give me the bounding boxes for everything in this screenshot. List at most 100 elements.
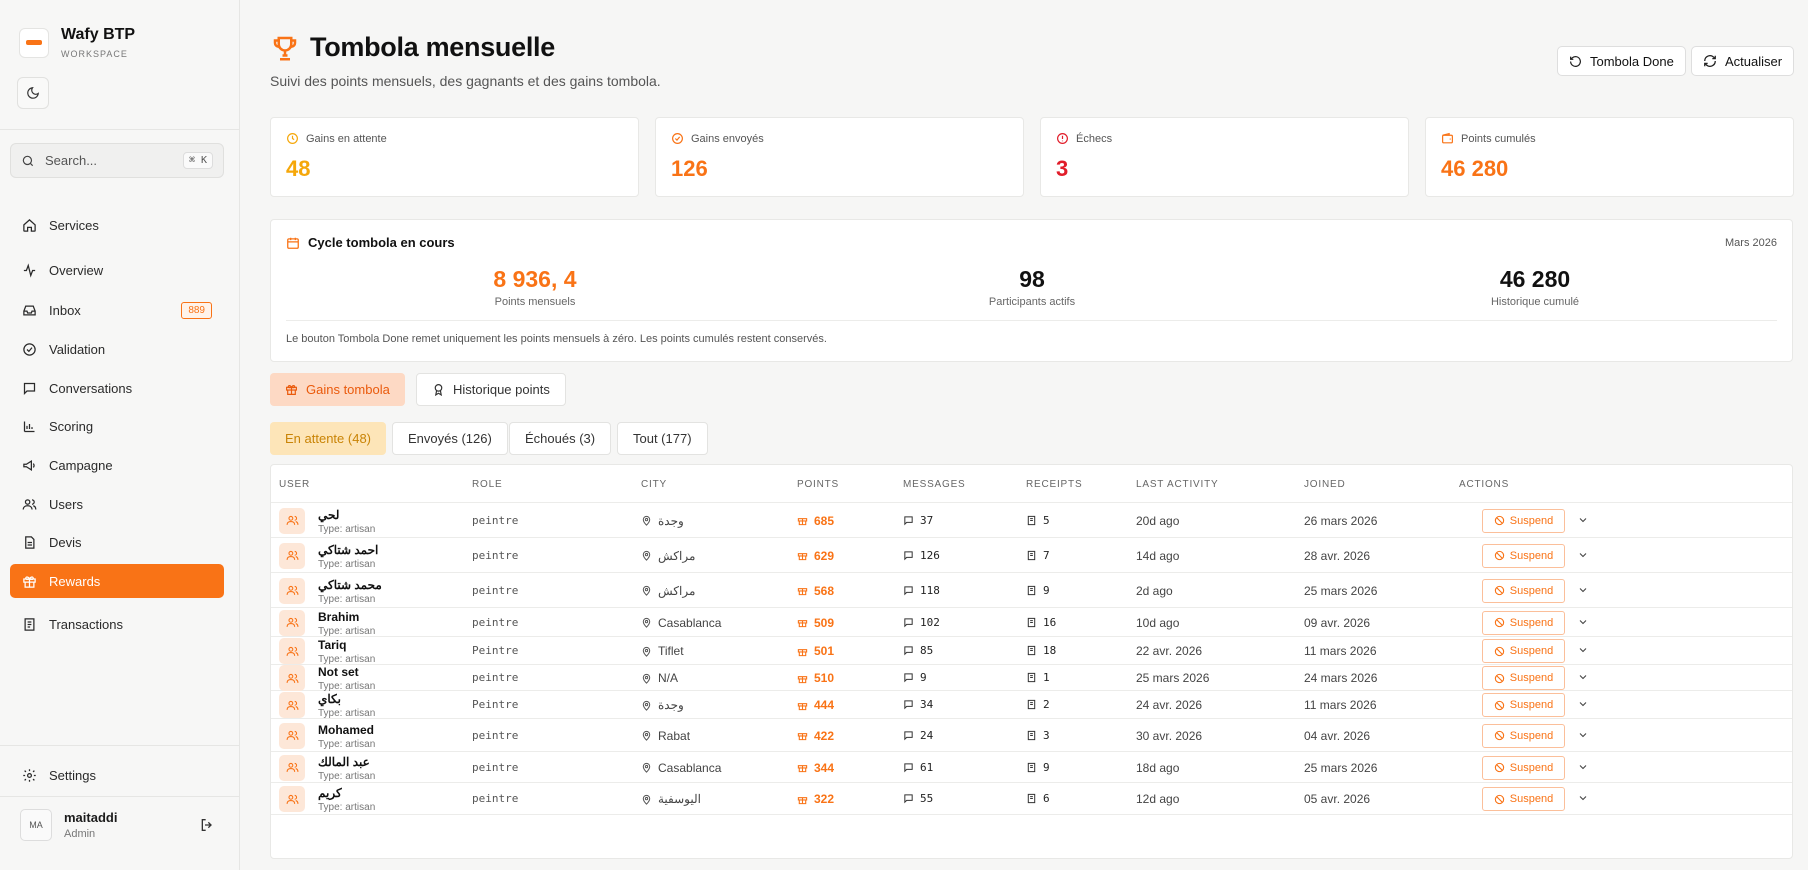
brand-name: Wafy BTP <box>61 26 136 43</box>
table-row[interactable]: احمد شتاكي Type: artisan peintre مراكش 629 12… <box>271 538 1792 573</box>
suspend-button[interactable]: Suspend <box>1482 508 1565 533</box>
users-icon <box>286 646 298 656</box>
map-pin-icon <box>642 617 651 628</box>
chevron-down-icon[interactable] <box>1577 698 1589 710</box>
expand-row-button[interactable] <box>1577 697 1589 715</box>
joined-date: 24 mars 2026 <box>1304 671 1378 685</box>
suspend-button[interactable]: Suspend <box>1482 610 1565 635</box>
suspend-button[interactable]: Suspend <box>1482 578 1565 603</box>
messages-value: 55 <box>920 792 934 805</box>
suspend-label: Suspend <box>1509 761 1554 774</box>
sidebar-item-inbox[interactable]: Inbox 889 <box>10 293 224 327</box>
sidebar-item-users[interactable]: Users <box>10 487 224 521</box>
expand-row-button[interactable] <box>1577 615 1589 633</box>
suspend-button[interactable]: Suspend <box>1482 543 1565 568</box>
sidebar-item-campagne[interactable]: Campagne <box>10 448 224 482</box>
search-input[interactable]: Search... ⌘ K <box>10 143 224 178</box>
table-row[interactable]: عبد المالك Type: artisan peintre Casablanca… <box>271 752 1792 783</box>
chevron-down-icon[interactable] <box>1577 761 1589 773</box>
user-role: peintre <box>472 583 519 597</box>
table-row[interactable]: Not set Type: artisan peintre N/A 510 9 1 25 ma… <box>271 665 1792 692</box>
receipt-icon <box>1027 585 1036 595</box>
chevron-down-icon[interactable] <box>1577 729 1589 741</box>
table-row[interactable]: محمد شتاكي Type: artisan peintre مراكش 568 11… <box>271 573 1792 608</box>
expand-row-button[interactable] <box>1577 791 1589 809</box>
table-row[interactable]: لحي Type: artisan peintre وجدة 685 37 5 20d ago… <box>271 503 1792 538</box>
suspend-button[interactable]: Suspend <box>1482 787 1565 811</box>
filter-all[interactable]: Tout (177) <box>617 422 708 455</box>
chevron-down-icon[interactable] <box>1577 584 1589 596</box>
table-row[interactable]: Brahim Type: artisan peintre Casablanca 509 1… <box>271 608 1792 637</box>
expand-row-button[interactable] <box>1577 513 1589 531</box>
logout-icon[interactable] <box>199 817 215 833</box>
chevron-down-icon[interactable] <box>1577 616 1589 628</box>
user-points: 685 <box>797 514 834 528</box>
user-receipts: 9 <box>1026 584 1050 597</box>
sidebar-item-settings[interactable]: Settings <box>10 758 224 792</box>
filter-pending[interactable]: En attente (48) <box>270 422 386 455</box>
user-avatar <box>279 507 305 534</box>
gift-icon <box>286 385 297 395</box>
expand-row-button[interactable] <box>1577 728 1589 746</box>
last-activity: 30 avr. 2026 <box>1136 728 1203 743</box>
clock-icon <box>287 133 298 144</box>
chevron-down-icon[interactable] <box>1577 514 1589 526</box>
city-label: Casablanca <box>658 760 722 775</box>
suspend-button[interactable]: Suspend <box>1482 639 1565 663</box>
sidebar-item-devis[interactable]: Devis <box>10 525 224 559</box>
table-row[interactable]: بكاي Type: artisan Peintre وجدة 444 34 2 24 avr… <box>271 691 1792 719</box>
metric-value: 46 280 <box>1499 266 1571 292</box>
sidebar-item-overview[interactable]: Overview <box>10 253 224 287</box>
suspend-label: Suspend <box>1509 645 1554 657</box>
suspend-label: Suspend <box>1509 584 1554 597</box>
tombola-done-button[interactable]: Tombola Done <box>1557 46 1686 76</box>
message-icon <box>904 515 913 525</box>
sidebar-item-transactions[interactable]: Transactions <box>10 607 224 641</box>
theme-toggle-button[interactable] <box>17 77 49 109</box>
user-name: Tariq <box>318 638 347 652</box>
expand-row-button[interactable] <box>1577 643 1589 661</box>
ban-icon <box>1494 550 1504 561</box>
receipt-icon <box>1027 793 1036 804</box>
user-receipts: 5 <box>1026 514 1050 527</box>
chevron-down-icon[interactable] <box>1577 644 1589 656</box>
filter-sent[interactable]: Envoyés (126) <box>392 422 508 455</box>
chevron-down-icon[interactable] <box>1577 792 1589 804</box>
gift-icon <box>797 553 808 561</box>
filter-failed[interactable]: Échoués (3) <box>509 422 612 455</box>
suspend-button[interactable]: Suspend <box>1482 666 1565 690</box>
sidebar-item-conversations[interactable]: Conversations <box>10 371 224 405</box>
city-label: N/A <box>658 671 679 685</box>
suspend-button[interactable]: Suspend <box>1482 693 1565 717</box>
message-icon <box>904 762 913 772</box>
sidebar-item-scoring[interactable]: Scoring <box>10 409 224 443</box>
table-row[interactable]: Mohamed Type: artisan peintre Rabat 422 24 3 30… <box>271 719 1792 752</box>
suspend-button[interactable]: Suspend <box>1482 755 1565 780</box>
tab-gains-tombola[interactable]: Gains tombola <box>270 373 405 406</box>
sidebar-item-rewards[interactable]: Rewards <box>10 564 224 598</box>
chevron-down-icon[interactable] <box>1577 671 1589 683</box>
user-role: peintre <box>472 671 519 684</box>
receipt-icon <box>1027 699 1036 710</box>
sidebar-item-validation[interactable]: Validation <box>10 332 224 366</box>
expand-row-button[interactable] <box>1577 670 1589 688</box>
city-label: وجدة <box>658 513 684 528</box>
table-row[interactable]: Tariq Type: artisan Peintre Tiflet 501 85 18 22… <box>271 637 1792 665</box>
tab-historique-points[interactable]: Historique points <box>416 373 566 406</box>
points-value: 629 <box>814 548 835 563</box>
sidebar-item-services[interactable]: Services <box>10 208 224 242</box>
expand-row-button[interactable] <box>1577 548 1589 566</box>
chevron-down-icon[interactable] <box>1577 549 1589 561</box>
expand-row-button[interactable] <box>1577 760 1589 778</box>
ban-icon <box>1494 762 1504 773</box>
user-type: Type: artisan <box>318 523 376 535</box>
sidebar-item-label: Settings <box>49 767 96 783</box>
table-row[interactable]: كريم Type: artisan peintre اليوسفية 322 55 6 12… <box>271 783 1792 815</box>
expand-row-button[interactable] <box>1577 583 1589 601</box>
refresh-button[interactable]: Actualiser <box>1691 46 1795 76</box>
user-receipts: 6 <box>1026 792 1050 805</box>
user-receipts: 9 <box>1026 761 1050 774</box>
suspend-button[interactable]: Suspend <box>1482 723 1565 748</box>
receipts-value: 7 <box>1043 548 1050 562</box>
stat-label: Gains envoyés <box>691 132 764 145</box>
